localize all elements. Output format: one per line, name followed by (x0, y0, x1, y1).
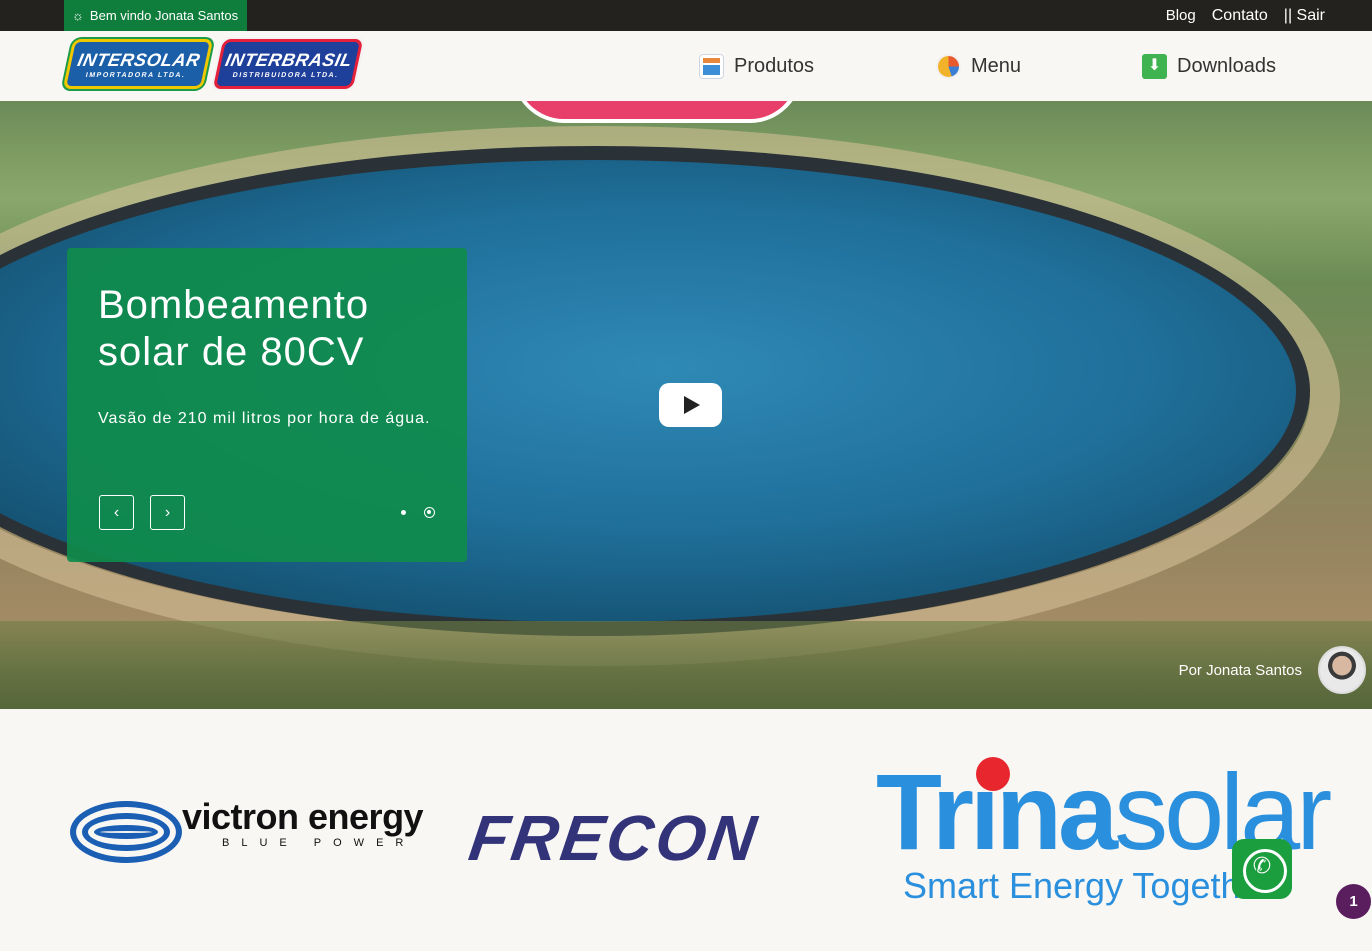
welcome-text: Bem vindo Jonata Santos (89, 8, 239, 23)
trina-name-light: solar (1114, 751, 1332, 872)
top-links: Blog Contato || Sair (1166, 0, 1325, 31)
nav-produtos[interactable]: Produtos (699, 31, 814, 101)
trina-dot-icon (976, 757, 1010, 791)
trina-tag: Smart Energy Together (903, 865, 1273, 906)
slide-dot-1[interactable] (401, 510, 406, 515)
whatsapp-icon[interactable] (1232, 839, 1292, 899)
interbrasil-logo[interactable]: INTERBRASIL DISTRIBUIDORA LTDA. (212, 39, 364, 89)
notification-badge[interactable]: 1 (1336, 884, 1371, 919)
slide-text: Vasão de 210 mil litros por hora de água… (98, 410, 431, 427)
top-bar: ☼ Bem vindo Jonata Santos Blog Contato |… (0, 0, 1372, 31)
next-slide-button[interactable]: › (150, 495, 185, 530)
slide-title: Bombeamento solar de 80CV (98, 283, 370, 374)
intersolar-logo[interactable]: INTERSOLAR IMPORTADORA LTDA. (62, 39, 214, 89)
play-button[interactable] (659, 383, 722, 427)
victron-rings-icon (70, 801, 182, 863)
nav-produtos-label: Produtos (734, 54, 815, 77)
interbrasil-logo-name: INTERBRASIL (223, 49, 355, 70)
slide-dot-2-active[interactable] (424, 507, 435, 518)
victron-logo[interactable]: victron energy BLUE POWER (70, 796, 440, 870)
brands-section: victron energy BLUE POWER FRECON Trinaso… (0, 709, 1372, 951)
blog-link[interactable]: Blog (1166, 7, 1196, 24)
frecon-name: FRECON (464, 802, 764, 874)
chevron-right-icon: › (164, 503, 171, 521)
pie-chart-icon (936, 53, 961, 79)
nav-menu[interactable]: Menu (936, 31, 1021, 101)
sair-link[interactable]: || Sair (1284, 7, 1325, 25)
nav-downloads[interactable]: Downloads (1142, 31, 1276, 101)
grid-icon (699, 53, 724, 79)
hero-video[interactable]: Bombeamento solar de 80CV Vasão de 210 m… (0, 101, 1372, 709)
interbrasil-logo-sub: DISTRIBUIDORA LTDA. (231, 71, 340, 79)
nav-menu-label: Menu (971, 54, 1022, 77)
victron-name: victron energy (182, 796, 424, 837)
author-label: Por Jonata Santos (1178, 662, 1302, 679)
sun-icon: ☼ (72, 8, 84, 23)
intersolar-logo-name: INTERSOLAR (75, 49, 203, 70)
ground-image (0, 621, 1372, 709)
frecon-logo[interactable]: FRECON (465, 801, 764, 875)
intersolar-logo-sub: IMPORTADORA LTDA. (85, 71, 187, 79)
contato-link[interactable]: Contato (1212, 7, 1268, 25)
welcome-banner: ☼ Bem vindo Jonata Santos (64, 0, 248, 31)
avatar (1318, 646, 1366, 694)
main-header: INTERSOLAR IMPORTADORA LTDA. INTERBRASIL… (0, 31, 1372, 101)
nav-downloads-label: Downloads (1177, 54, 1276, 77)
chevron-left-icon: ‹ (113, 503, 120, 521)
victron-tag: BLUE POWER (222, 837, 416, 849)
slide-card: Bombeamento solar de 80CV Vasão de 210 m… (67, 248, 467, 562)
download-icon (1142, 53, 1167, 79)
prev-slide-button[interactable]: ‹ (99, 495, 134, 530)
video-watermark-logo (512, 101, 802, 123)
